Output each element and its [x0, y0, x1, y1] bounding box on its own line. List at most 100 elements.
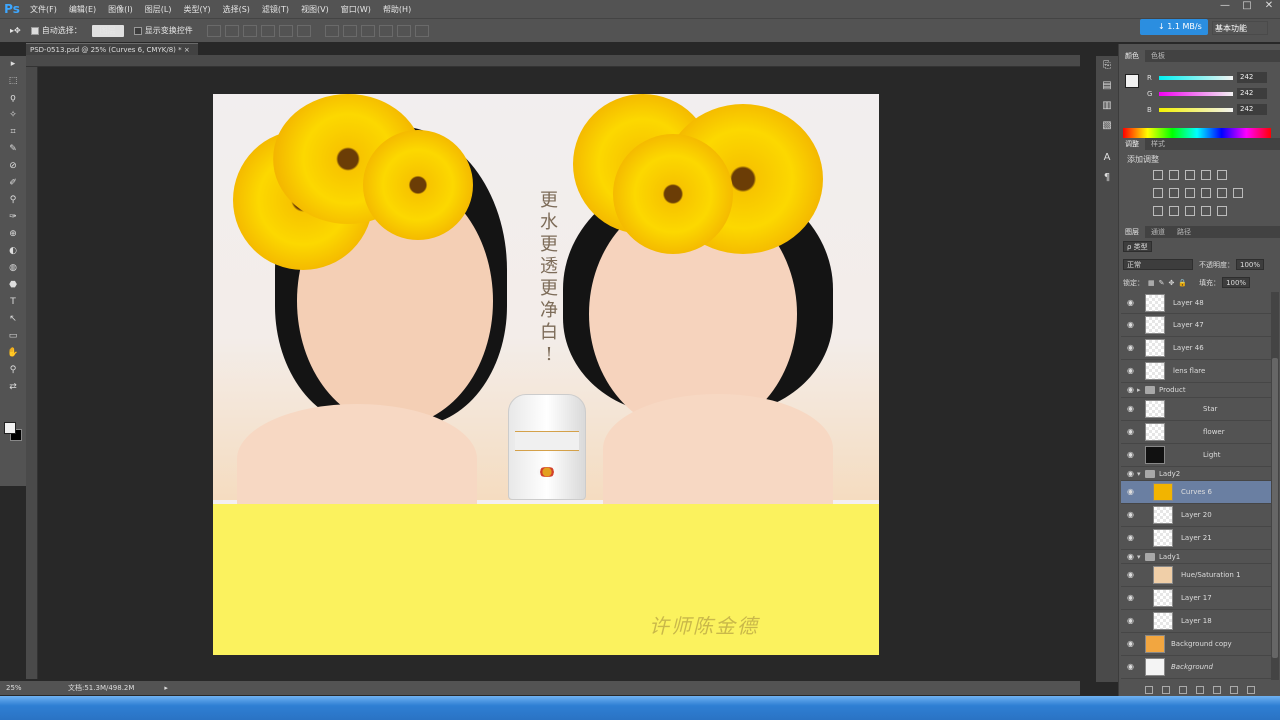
foreground-swatch[interactable]: [1125, 74, 1139, 88]
fx-icon[interactable]: [1162, 686, 1170, 694]
exposure-icon[interactable]: [1201, 170, 1211, 180]
auto-select-checkbox[interactable]: [30, 26, 39, 35]
collapse-arrow-icon[interactable]: ▾: [1137, 470, 1141, 478]
eye-icon[interactable]: ◉: [1127, 534, 1137, 542]
new-group-icon[interactable]: [1213, 686, 1221, 694]
layer-row[interactable]: ◉ Layer 18: [1121, 610, 1271, 633]
hue-saturation-icon[interactable]: [1153, 188, 1163, 198]
tab-color[interactable]: 颜色: [1119, 50, 1145, 62]
add-mask-icon[interactable]: [1179, 686, 1187, 694]
distribute-left-icon[interactable]: [378, 24, 393, 37]
align-left-icon[interactable]: [260, 24, 275, 37]
distribute-right-icon[interactable]: [414, 24, 429, 37]
layer-row[interactable]: ◉ Star: [1121, 398, 1271, 421]
selective-color-icon[interactable]: [1217, 206, 1227, 216]
threshold-icon[interactable]: [1185, 206, 1195, 216]
layer-row-selected[interactable]: ◉ Curves 6: [1121, 481, 1271, 504]
menu-type[interactable]: 类型(Y): [177, 4, 216, 15]
show-transform-checkbox[interactable]: [133, 26, 142, 35]
eye-icon[interactable]: ◉: [1127, 344, 1137, 352]
minimize-button[interactable]: —: [1214, 0, 1236, 16]
move-tool-icon[interactable]: ▸✥: [10, 26, 21, 35]
tab-layers[interactable]: 图层: [1119, 226, 1145, 238]
eye-icon[interactable]: ◉: [1127, 663, 1137, 671]
document-tab[interactable]: PSD-0513.psd @ 25% (Curves 6, CMYK/8) * …: [26, 43, 198, 55]
collapse-arrow-icon[interactable]: ▾: [1137, 553, 1141, 561]
eye-icon[interactable]: ◉: [1127, 617, 1137, 625]
tab-styles[interactable]: 样式: [1145, 138, 1171, 150]
blur-tool[interactable]: ◍: [0, 260, 26, 277]
eye-icon[interactable]: ◉: [1127, 428, 1137, 436]
menu-layer[interactable]: 图层(L): [139, 4, 178, 15]
red-slider-track[interactable]: [1159, 76, 1233, 80]
eye-icon[interactable]: ◉: [1127, 386, 1137, 394]
green-slider[interactable]: G 242: [1145, 88, 1279, 102]
align-bottom-icon[interactable]: [242, 24, 257, 37]
gradient-map-icon[interactable]: [1201, 206, 1211, 216]
layer-row[interactable]: ◉ Hue/Saturation 1: [1121, 564, 1271, 587]
workspace-selector[interactable]: 基本功能: [1212, 21, 1268, 35]
auto-select-option[interactable]: 自动选择：: [30, 25, 82, 36]
layer-row[interactable]: ◉ flower: [1121, 421, 1271, 444]
distribute-bottom-icon[interactable]: [360, 24, 375, 37]
scrollbar-thumb[interactable]: [1272, 358, 1278, 658]
brightness-icon[interactable]: [1153, 170, 1163, 180]
layer-row[interactable]: ◉ Light: [1121, 444, 1271, 467]
quick-select-tool[interactable]: ✧: [0, 107, 26, 124]
properties-icon[interactable]: ▧: [1096, 116, 1118, 136]
zoom-tool[interactable]: ⚲: [0, 362, 26, 379]
menu-view[interactable]: 视图(V): [295, 4, 335, 15]
brush-tool[interactable]: ✐: [0, 175, 26, 192]
layer-group-row[interactable]: ◉ ▾ Lady2: [1121, 467, 1271, 481]
green-value-input[interactable]: 242: [1237, 88, 1267, 99]
horizontal-ruler[interactable]: [26, 55, 1080, 67]
distribute-hcenter-icon[interactable]: [396, 24, 411, 37]
character-icon[interactable]: A: [1096, 148, 1118, 168]
color-spectrum[interactable]: [1123, 128, 1271, 138]
menu-edit[interactable]: 编辑(E): [63, 4, 102, 15]
photo-filter-icon[interactable]: [1201, 188, 1211, 198]
eye-icon[interactable]: ◉: [1127, 640, 1137, 648]
distribute-vcenter-icon[interactable]: [342, 24, 357, 37]
menu-image[interactable]: 图像(I): [102, 4, 139, 15]
tab-paths[interactable]: 路径: [1171, 226, 1197, 238]
eraser-tool[interactable]: ⊕: [0, 226, 26, 243]
align-right-icon[interactable]: [296, 24, 311, 37]
levels-icon[interactable]: [1169, 170, 1179, 180]
layer-row[interactable]: ◉ Layer 17: [1121, 587, 1271, 610]
blue-value-input[interactable]: 242: [1237, 104, 1267, 115]
align-top-icon[interactable]: [206, 24, 221, 37]
layer-row[interactable]: ◉ lens flare: [1121, 360, 1271, 383]
clone-stamp-tool[interactable]: ⚲: [0, 192, 26, 209]
color-lookup-icon[interactable]: [1233, 188, 1243, 198]
distribute-top-icon[interactable]: [324, 24, 339, 37]
menu-select[interactable]: 选择(S): [217, 4, 256, 15]
zoom-level[interactable]: 25%: [0, 684, 30, 692]
eye-icon[interactable]: ◉: [1127, 298, 1137, 307]
layer-row[interactable]: ◉ Background: [1121, 656, 1271, 679]
red-value-input[interactable]: 242: [1237, 72, 1267, 83]
color-balance-icon[interactable]: [1169, 188, 1179, 198]
delete-layer-icon[interactable]: [1247, 686, 1255, 694]
paragraph-icon[interactable]: ¶: [1096, 168, 1118, 188]
layer-group-row[interactable]: ◉ ▾ Lady1: [1121, 550, 1271, 564]
posterize-icon[interactable]: [1169, 206, 1179, 216]
type-tool[interactable]: T: [0, 294, 26, 311]
fill-input[interactable]: 100%: [1222, 277, 1251, 288]
eyedropper-tool[interactable]: ✎: [0, 141, 26, 158]
layer-row[interactable]: ◉ Layer 47: [1121, 314, 1271, 337]
menu-filter[interactable]: 滤镜(T): [256, 4, 295, 15]
blue-slider[interactable]: B 242: [1145, 104, 1279, 118]
layer-row[interactable]: ◉ Layer 46: [1121, 337, 1271, 360]
layer-row[interactable]: ◉ Background copy: [1121, 633, 1271, 656]
lock-icons[interactable]: ▦✎✥🔒: [1148, 279, 1191, 287]
dodge-tool[interactable]: ⬣: [0, 277, 26, 294]
blend-mode-select[interactable]: 正常: [1123, 259, 1193, 270]
align-hcenter-icon[interactable]: [278, 24, 293, 37]
menu-help[interactable]: 帮助(H): [377, 4, 417, 15]
eye-icon[interactable]: ◉: [1127, 511, 1137, 519]
channel-mixer-icon[interactable]: [1217, 188, 1227, 198]
blue-slider-track[interactable]: [1159, 108, 1233, 112]
hand-tool[interactable]: ✋: [0, 345, 26, 362]
eye-icon[interactable]: ◉: [1127, 488, 1137, 496]
